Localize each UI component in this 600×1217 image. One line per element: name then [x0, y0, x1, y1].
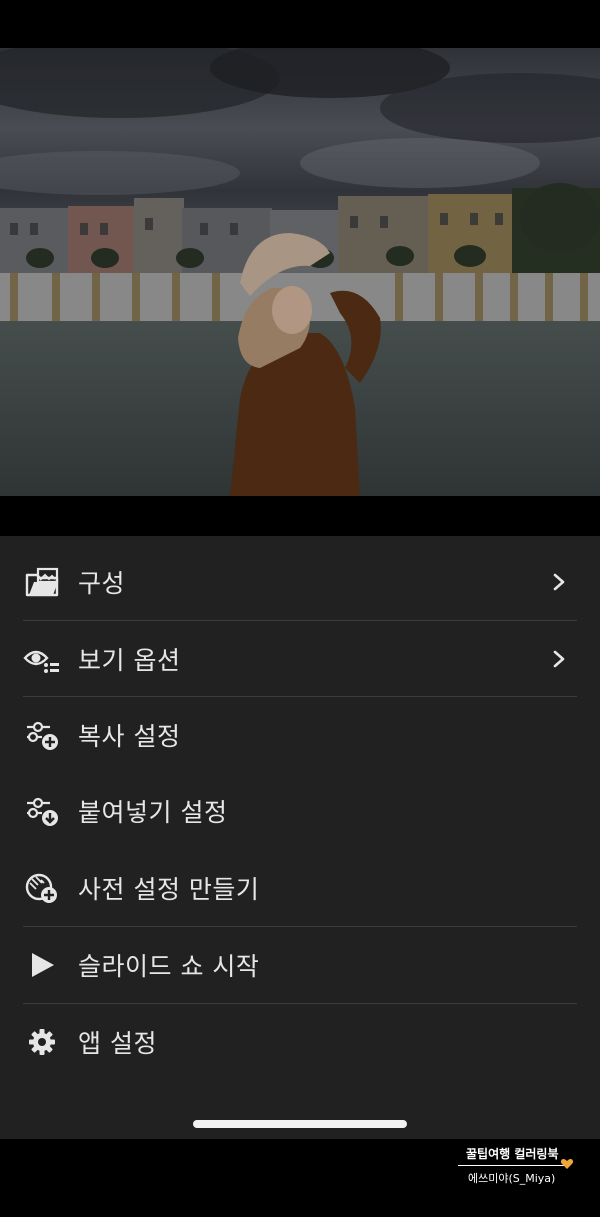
- photo-preview: [0, 48, 600, 496]
- watermark-title: 꿀팁여행 컬러링북: [466, 1147, 559, 1161]
- watermark-underline: [458, 1165, 566, 1166]
- menu-item-paste-settings[interactable]: 붙여넣기 설정: [0, 772, 600, 849]
- heart-icon: [560, 1159, 574, 1169]
- chevron-right-icon: [553, 573, 565, 590]
- menu-item-label: 슬라이드 쇼 시작: [78, 951, 260, 981]
- watermark: 꿀팁여행 컬러링북 에쓰미야(S_Miya): [454, 1145, 584, 1190]
- menu-item-label: 앱 설정: [78, 1028, 157, 1058]
- menu-item-copy-settings[interactable]: 복사 설정: [0, 696, 600, 773]
- menu-item-start-slideshow[interactable]: 슬라이드 쇼 시작: [0, 926, 600, 1003]
- watermark-author: 에쓰미야(S_Miya): [468, 1172, 556, 1185]
- options-sheet: 구성 보기 옵션 복사 설정 붙여넣기 설정 사전 설정 만들기 슬라이드 쇼 …: [0, 536, 600, 1139]
- home-indicator: [193, 1120, 407, 1128]
- menu-item-app-settings[interactable]: 앱 설정: [0, 1003, 600, 1080]
- menu-item-label: 보기 옵션: [78, 645, 181, 675]
- menu-item-label: 복사 설정: [78, 721, 181, 751]
- gear-icon: [22, 1022, 62, 1062]
- copy-settings-icon: [22, 715, 62, 755]
- paste-settings-icon: [22, 791, 62, 831]
- chevron-right-icon: [553, 650, 565, 667]
- create-preset-icon: [22, 868, 62, 908]
- menu-item-organize[interactable]: 구성: [0, 543, 600, 620]
- menu-item-view-options[interactable]: 보기 옵션: [0, 620, 600, 697]
- menu-item-label: 사전 설정 만들기: [78, 874, 260, 904]
- eye-list-icon: [22, 639, 62, 679]
- menu-item-label: 붙여넣기 설정: [78, 797, 228, 827]
- menu-item-create-preset[interactable]: 사전 설정 만들기: [0, 849, 600, 926]
- folder-image-icon: [22, 562, 62, 602]
- play-icon: [22, 945, 62, 985]
- menu-item-label: 구성: [78, 568, 126, 598]
